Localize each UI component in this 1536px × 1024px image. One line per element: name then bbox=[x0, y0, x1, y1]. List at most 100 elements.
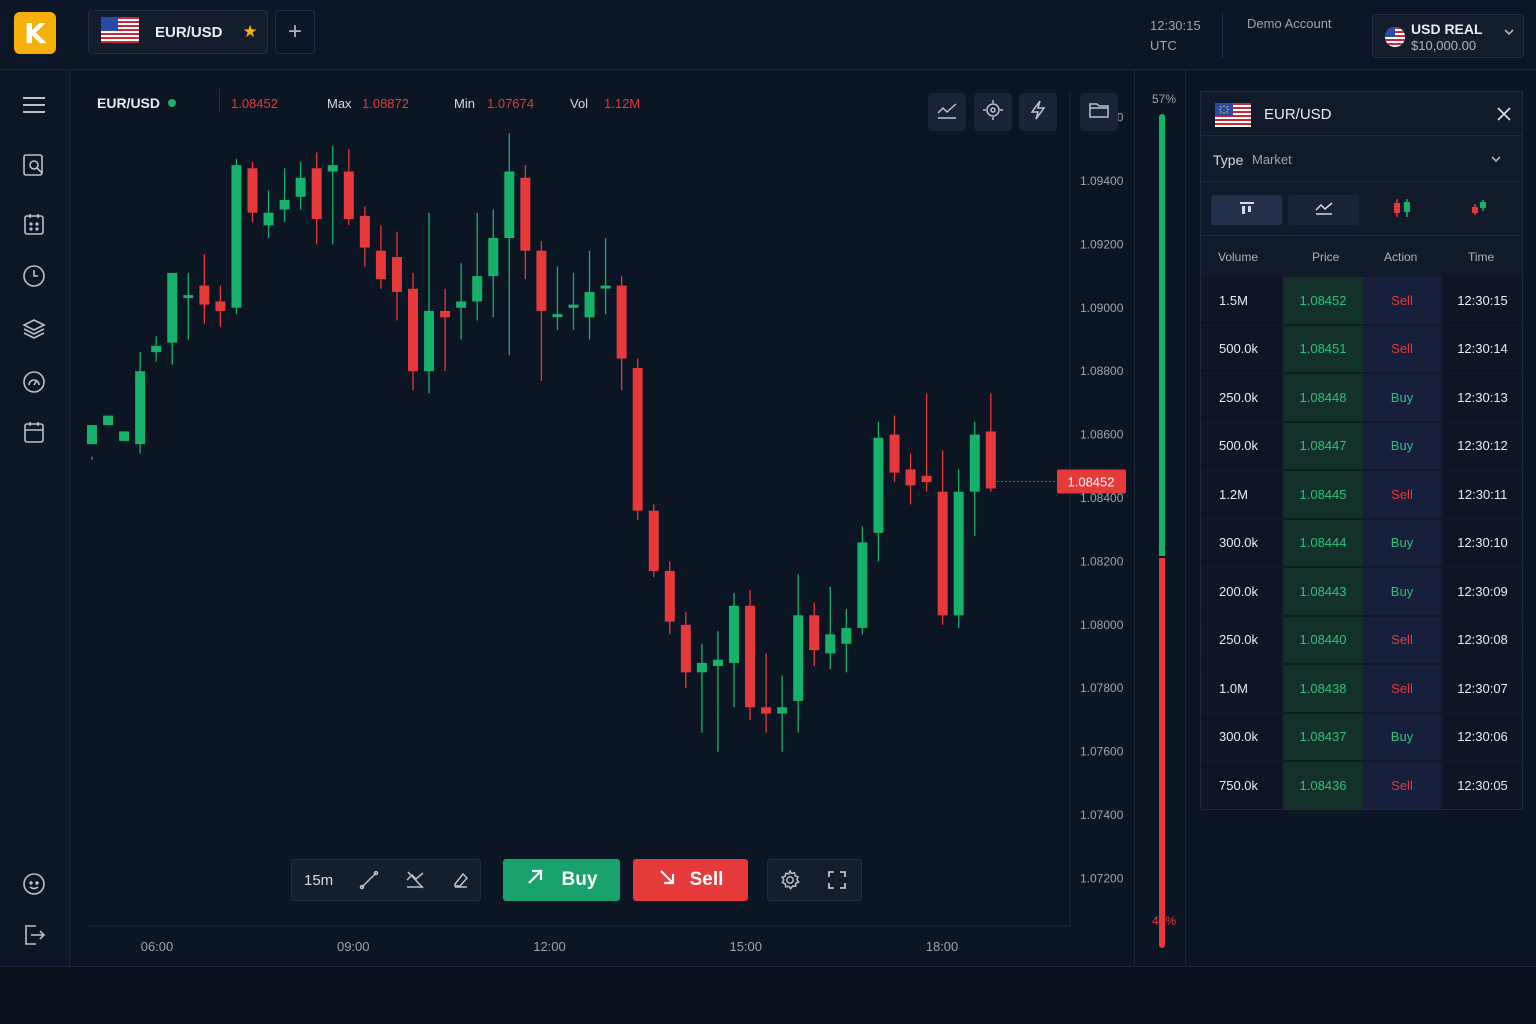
table-row[interactable]: 1.5M 1.08452 Sell 12:30:15 bbox=[1201, 276, 1522, 325]
buy-label: Buy bbox=[561, 869, 598, 890]
min-value: 1.07674 bbox=[487, 96, 534, 111]
calendar-grid-icon[interactable] bbox=[20, 210, 48, 238]
candle-body bbox=[456, 301, 467, 308]
candle bbox=[311, 152, 322, 245]
candle-body bbox=[584, 291, 595, 318]
candle bbox=[231, 158, 242, 315]
support-icon[interactable] bbox=[20, 870, 48, 898]
trade-time: 12:30:13 bbox=[1443, 374, 1522, 421]
candles bbox=[87, 133, 996, 752]
time-tick-label: 18:00 bbox=[926, 939, 959, 954]
table-row[interactable]: 500.0k 1.08447 Buy 12:30:12 bbox=[1201, 422, 1522, 471]
layers-icon[interactable] bbox=[20, 315, 48, 343]
calendar-icon[interactable] bbox=[20, 418, 48, 446]
candle-body bbox=[921, 475, 932, 483]
close-icon[interactable] bbox=[1496, 106, 1512, 127]
clock-icon[interactable] bbox=[20, 262, 48, 290]
view-line-button[interactable] bbox=[1288, 195, 1359, 225]
trade-action: Buy bbox=[1363, 568, 1441, 615]
trade-price: 1.08436 bbox=[1283, 762, 1363, 809]
candle bbox=[777, 675, 788, 752]
price-tick-label: 1.07400 bbox=[1080, 808, 1124, 822]
add-tab-button[interactable]: + bbox=[275, 10, 315, 54]
candle bbox=[761, 653, 772, 733]
table-row[interactable]: 250.0k 1.08448 Buy 12:30:13 bbox=[1201, 373, 1522, 422]
vol-label: Vol bbox=[570, 96, 589, 111]
buy-button[interactable]: Buy bbox=[503, 859, 620, 901]
price-tick-label: 1.08200 bbox=[1080, 554, 1124, 568]
candle-body bbox=[504, 171, 515, 239]
app-logo[interactable]: K bbox=[14, 12, 56, 54]
trade-action: Buy bbox=[1363, 422, 1441, 469]
tab-symbol: EUR/USD bbox=[155, 23, 223, 41]
logout-icon[interactable] bbox=[20, 921, 48, 949]
candle bbox=[488, 209, 499, 318]
price-chart[interactable]: 1.096001.094001.092001.090001.088001.086… bbox=[80, 70, 1134, 966]
view-candles-button[interactable] bbox=[1366, 195, 1437, 225]
chart-settings-button[interactable] bbox=[974, 93, 1012, 131]
candle-body bbox=[857, 542, 868, 628]
candle bbox=[953, 469, 964, 628]
menu-icon[interactable] bbox=[20, 91, 48, 119]
speed-gauge-icon[interactable] bbox=[20, 368, 48, 396]
mini-candles-icon bbox=[1468, 198, 1490, 223]
chart-symbol: EUR/USD bbox=[97, 95, 161, 111]
candle bbox=[584, 250, 595, 340]
view-tape-button[interactable] bbox=[1211, 195, 1282, 225]
table-row[interactable]: 750.0k 1.08436 Sell 12:30:05 bbox=[1201, 761, 1522, 810]
table-row[interactable]: 1.0M 1.08438 Sell 12:30:07 bbox=[1201, 664, 1522, 713]
candle bbox=[729, 593, 739, 708]
trade-volume: 250.0k bbox=[1201, 374, 1281, 421]
eraser-icon[interactable] bbox=[451, 870, 471, 895]
candle-body bbox=[103, 415, 114, 426]
buy-ratio-bar bbox=[1159, 114, 1165, 556]
trade-action: Sell bbox=[1363, 277, 1441, 324]
candle bbox=[873, 421, 884, 562]
sell-button[interactable]: Sell bbox=[633, 859, 748, 901]
candle-body bbox=[969, 434, 980, 492]
chart-search-icon[interactable] bbox=[20, 151, 48, 179]
table-row[interactable]: 500.0k 1.08451 Sell 12:30:14 bbox=[1201, 325, 1522, 374]
indicators-button[interactable] bbox=[928, 93, 966, 131]
candle-body bbox=[664, 570, 675, 622]
timeframe-selector[interactable]: 15m bbox=[304, 872, 333, 889]
trade-action: Sell bbox=[1363, 616, 1441, 663]
clock-timezone: UTC bbox=[1150, 38, 1177, 53]
gear-icon[interactable] bbox=[779, 869, 801, 896]
candle bbox=[440, 288, 451, 372]
line-tool-icon[interactable] bbox=[359, 870, 379, 895]
account-balance: $10,000.00 bbox=[1411, 38, 1477, 53]
sidebar bbox=[0, 70, 70, 966]
candle bbox=[327, 146, 338, 245]
max-value: 1.08872 bbox=[362, 96, 409, 111]
view-mini-candles-button[interactable] bbox=[1443, 195, 1514, 225]
max-label: Max bbox=[327, 96, 352, 111]
last-price: 1.08452 bbox=[231, 96, 278, 111]
table-row[interactable]: 1.2M 1.08445 Sell 12:30:11 bbox=[1201, 470, 1522, 519]
table-row[interactable]: 300.0k 1.08444 Buy 12:30:10 bbox=[1201, 519, 1522, 568]
type-label: Type bbox=[1213, 152, 1244, 168]
trade-action: Buy bbox=[1363, 519, 1441, 566]
price-tick-label: 1.07200 bbox=[1080, 871, 1124, 885]
divider bbox=[1222, 12, 1223, 58]
favorite-star-icon[interactable]: ★ bbox=[243, 22, 258, 42]
trade-time: 12:30:08 bbox=[1443, 616, 1522, 663]
panel-title: EUR/USD bbox=[1264, 106, 1332, 123]
table-row[interactable]: 200.0k 1.08443 Buy 12:30:09 bbox=[1201, 567, 1522, 616]
trade-time: 12:30:09 bbox=[1443, 568, 1522, 615]
folder-button[interactable] bbox=[1080, 93, 1118, 131]
quick-trade-button[interactable] bbox=[1019, 93, 1057, 131]
table-row[interactable]: 250.0k 1.08440 Sell 12:30:08 bbox=[1201, 616, 1522, 665]
demo-account-link[interactable]: Demo Account bbox=[1247, 16, 1332, 31]
trade-action: Sell bbox=[1363, 762, 1441, 809]
trade-volume: 750.0k bbox=[1201, 762, 1281, 809]
fullscreen-icon[interactable] bbox=[827, 870, 847, 895]
candle-body bbox=[712, 659, 723, 667]
hide-drawings-icon[interactable] bbox=[405, 870, 425, 895]
table-row[interactable]: 300.0k 1.08437 Buy 12:30:06 bbox=[1201, 713, 1522, 762]
instrument-tab[interactable]: EUR/USD ★ bbox=[88, 10, 268, 54]
candle bbox=[472, 212, 483, 321]
account-selector[interactable]: USD REAL $10,000.00 bbox=[1372, 14, 1524, 58]
candle bbox=[391, 231, 402, 321]
order-type-select[interactable]: Type Market bbox=[1201, 136, 1522, 182]
